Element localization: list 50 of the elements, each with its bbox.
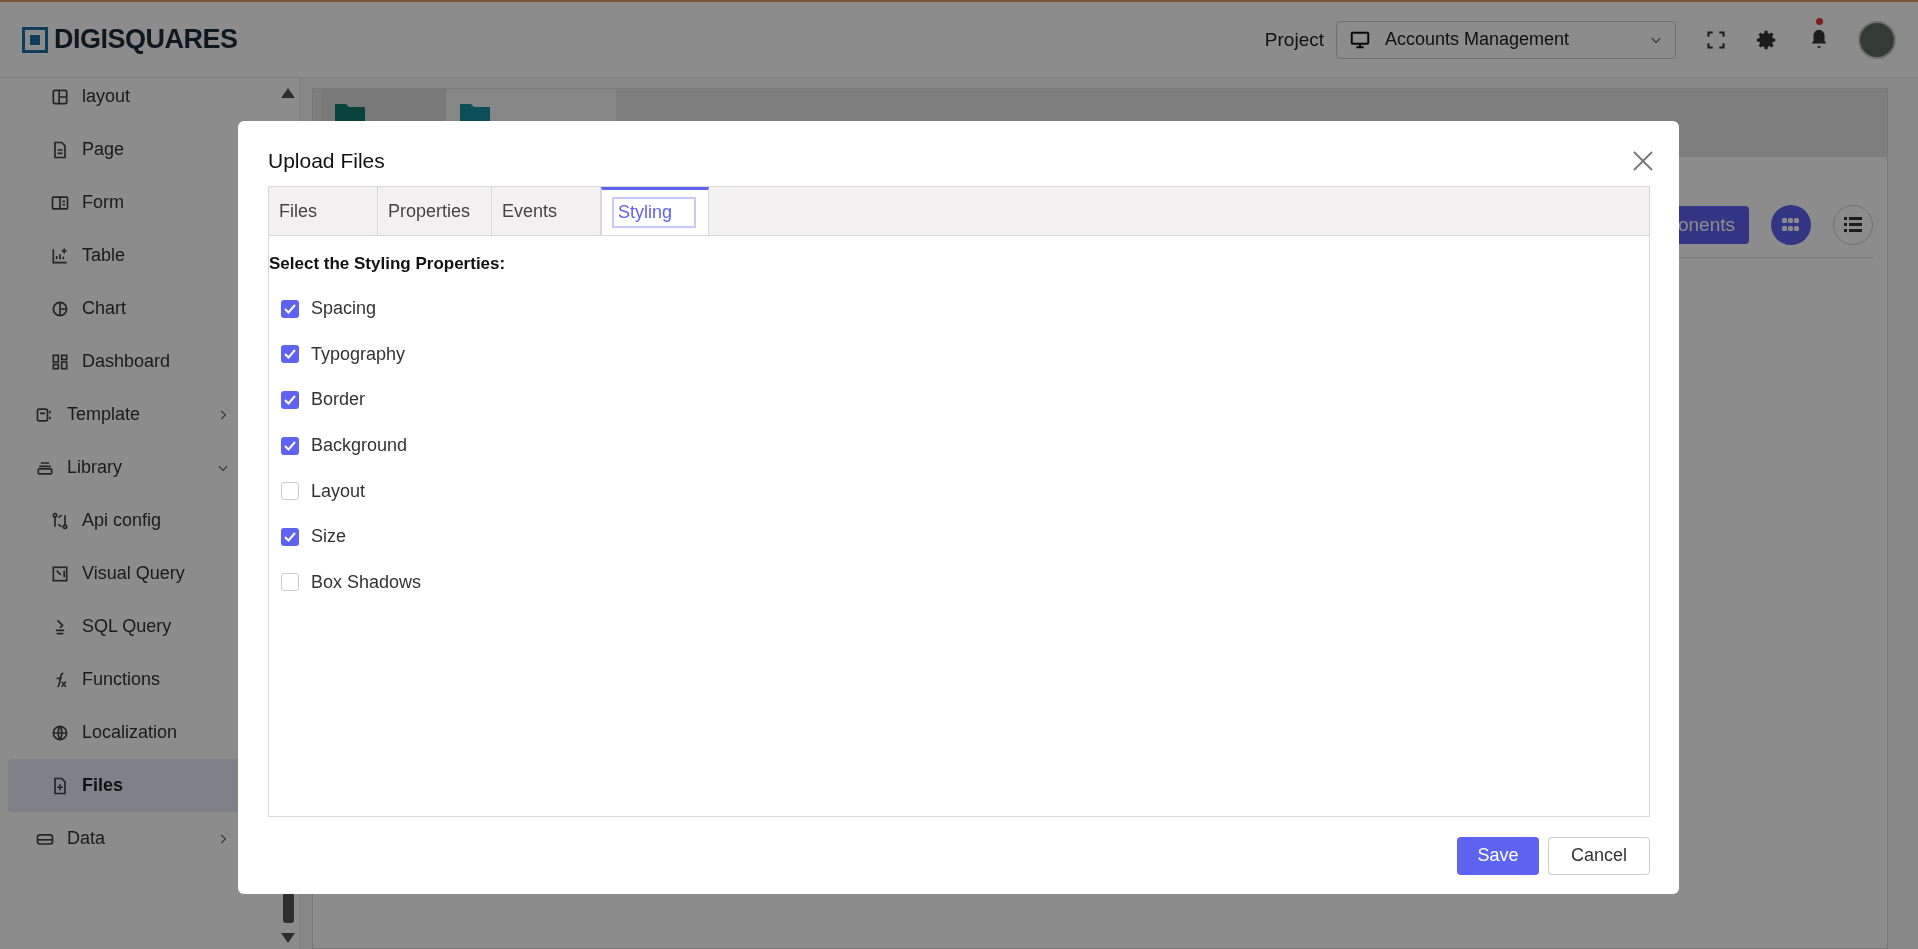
scrollbar-thumb[interactable] — [282, 893, 294, 923]
checkbox[interactable] — [281, 527, 299, 546]
checkbox-label: Typography — [311, 343, 406, 365]
checkbox[interactable] — [281, 391, 299, 409]
sidebar-item[interactable]: Data — [8, 812, 240, 865]
checkbox-label: Box Shadows — [311, 571, 422, 593]
checkbox[interactable] — [281, 573, 299, 592]
close-button[interactable] — [1632, 149, 1654, 172]
api-icon — [50, 510, 70, 531]
dialog-tab[interactable]: Styling — [601, 187, 709, 235]
checkbox[interactable] — [281, 299, 299, 318]
cancel-button[interactable]: Cancel — [1548, 836, 1650, 875]
checkbox-label: Border — [311, 389, 366, 411]
project-select[interactable]: Accounts Management — [1336, 20, 1676, 59]
logo-icon — [22, 26, 48, 53]
list-icon — [1844, 217, 1862, 233]
scroll-down-icon[interactable] — [281, 933, 295, 943]
dialog-title: Upload Files — [268, 148, 385, 173]
sidebar-item[interactable]: Files — [8, 759, 240, 812]
checkbox[interactable] — [281, 482, 299, 501]
checkbox-label: Layout — [311, 480, 366, 502]
grid-icon — [1782, 218, 1800, 232]
sidebar-item[interactable]: layout — [8, 78, 240, 123]
checkbox-label: Background — [311, 435, 408, 457]
sidebar-item[interactable]: Api config — [8, 494, 240, 547]
grid-view-button[interactable] — [1771, 205, 1811, 245]
sidebar-item[interactable]: SQL Query — [8, 600, 240, 653]
sidebar-item[interactable]: Dashboard — [8, 335, 240, 388]
sidebar-item[interactable]: Library — [8, 441, 240, 494]
sidebar-item[interactable]: Localization — [8, 706, 240, 759]
settings-icon[interactable] — [1756, 28, 1778, 51]
sidebar-item[interactable]: Table — [8, 229, 240, 282]
section-heading: Select the Styling Properties: — [269, 254, 507, 274]
sidebar-item[interactable]: Chart — [8, 282, 240, 335]
scroll-up-icon[interactable] — [281, 88, 295, 98]
checkbox-label: Spacing — [311, 298, 377, 320]
sidebar-item[interactable]: Page — [8, 123, 240, 176]
checkbox[interactable] — [281, 345, 299, 364]
save-button[interactable]: Save — [1457, 836, 1539, 875]
sidebar-item[interactable]: Template — [8, 388, 240, 441]
fullscreen-icon[interactable] — [1706, 29, 1726, 50]
checkbox[interactable] — [281, 436, 299, 455]
checkbox-label: Size — [311, 526, 346, 548]
logo-text: DIGISQUARES — [54, 24, 238, 55]
project-label: Project — [1264, 28, 1324, 51]
list-view-button[interactable] — [1833, 205, 1873, 245]
sidebar-item[interactable]: Form — [8, 176, 240, 229]
avatar[interactable] — [1858, 20, 1896, 59]
sidebar-item[interactable]: Visual Query — [8, 547, 240, 600]
sidebar-item[interactable]: Functions — [8, 653, 240, 706]
